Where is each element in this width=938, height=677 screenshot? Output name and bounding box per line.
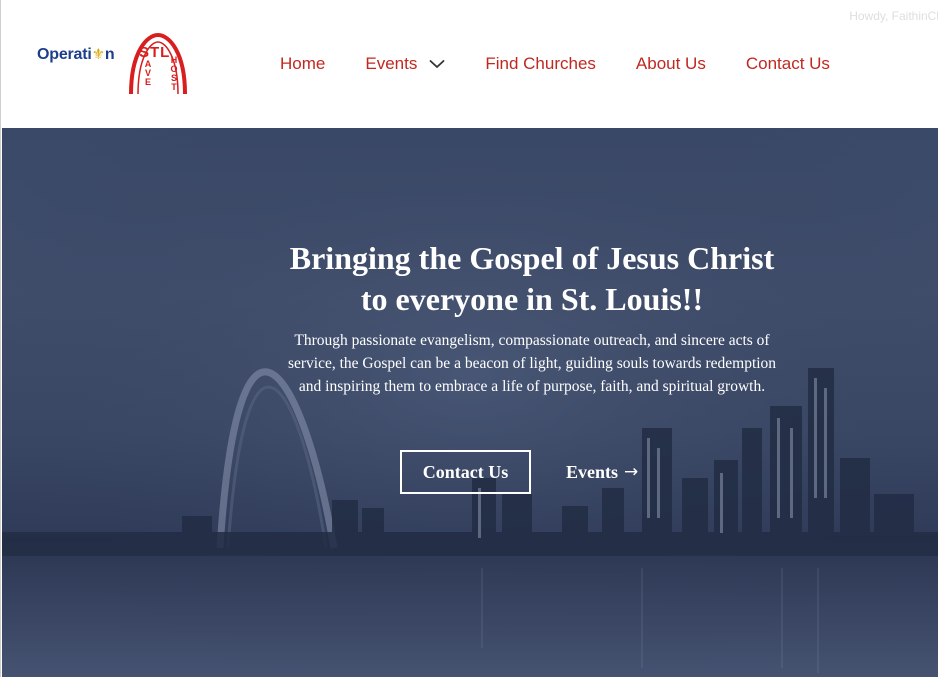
howdy-account-link[interactable]: Howdy, FaithinCl: [849, 9, 938, 23]
hero-title-line-1: Bringing the Gospel of Jesus Christ: [289, 240, 775, 276]
nav-about-us[interactable]: About Us: [636, 54, 706, 74]
nav-find-churches[interactable]: Find Churches: [485, 54, 596, 74]
site-logo[interactable]: Operati⚜n STL A V E H O S T: [36, 32, 192, 96]
hero-subtitle: Through passionate evangelism, compassio…: [287, 332, 777, 395]
logo-city-text: STL: [139, 44, 171, 61]
nav-home-label: Home: [280, 54, 326, 73]
nav-find-churches-label: Find Churches: [485, 54, 596, 73]
events-button[interactable]: Events →: [566, 450, 638, 494]
arrow-right-icon: →: [624, 462, 639, 482]
logo-word-tail: n: [104, 46, 115, 63]
nav-events-label: Events: [365, 54, 418, 73]
arch-icon: [129, 32, 187, 94]
logo-letter: E: [144, 77, 151, 87]
nav-events[interactable]: Events: [365, 54, 445, 74]
nav-about-us-label: About Us: [635, 54, 706, 73]
nav-home[interactable]: Home: [280, 54, 325, 74]
logo-wordmark: Operati⚜n: [37, 45, 115, 64]
logo-word-text: Operati: [37, 46, 92, 63]
page: Howdy, FaithinCl Operati⚜n STL A V E H O…: [0, 0, 938, 677]
logo-letter: T: [171, 82, 177, 92]
city-skyline-background: [2, 128, 938, 677]
events-button-label: Events: [566, 461, 619, 482]
logo-host-letters: H O S T: [168, 56, 180, 92]
contact-us-button[interactable]: Contact Us: [400, 450, 531, 494]
nav-contact-us[interactable]: Contact Us: [746, 54, 830, 74]
hero-title: Bringing the Gospel of Jesus Christ to e…: [202, 238, 862, 320]
fleur-de-lis-icon: ⚜: [91, 46, 105, 63]
nav-contact-us-label: Contact Us: [745, 54, 830, 73]
hero-section: Bringing the Gospel of Jesus Christ to e…: [2, 128, 938, 677]
chevron-down-icon[interactable]: [429, 59, 445, 69]
main-nav: Home Events Find Churches About Us Conta…: [280, 52, 830, 76]
logo-save-letters: A V E: [142, 60, 154, 87]
site-header: Howdy, FaithinCl Operati⚜n STL A V E H O…: [2, 0, 938, 128]
hero-title-line-2: to everyone in St. Louis!!: [360, 281, 704, 317]
